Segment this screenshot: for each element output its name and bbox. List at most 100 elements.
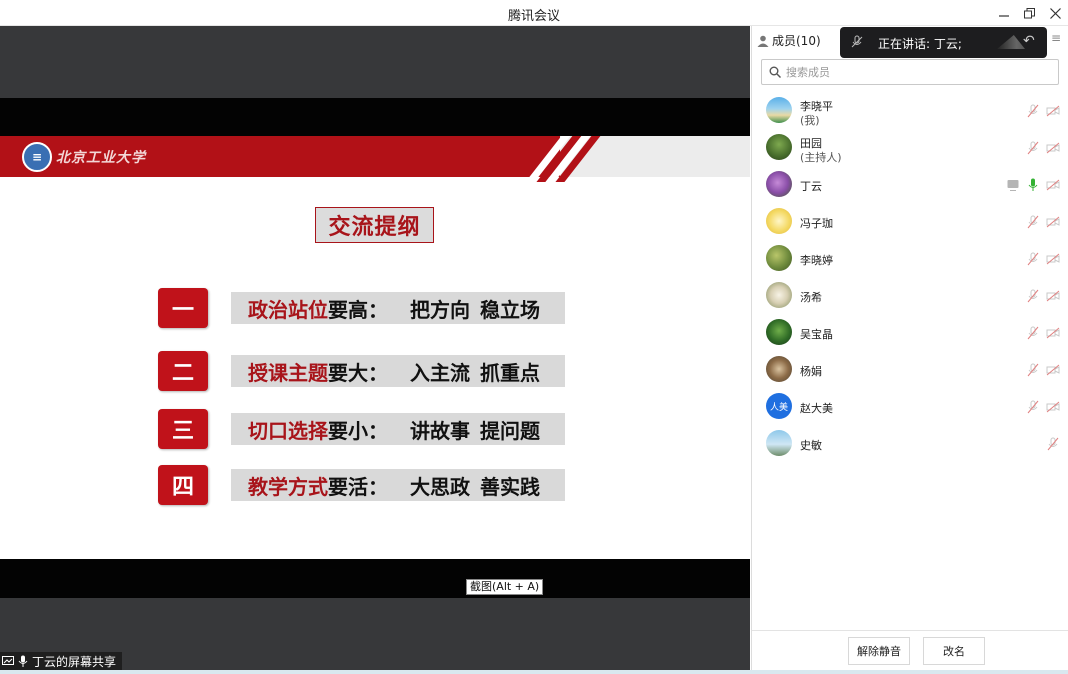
letterbox-top bbox=[0, 98, 750, 136]
member-row[interactable]: 李晓平 (我) bbox=[752, 92, 1068, 129]
row-text: 入主流 bbox=[410, 360, 470, 385]
member-row[interactable]: 吴宝晶 bbox=[752, 314, 1068, 351]
unmute-all-button[interactable]: 解除静音 bbox=[848, 637, 910, 665]
row-text: 讲故事 bbox=[410, 418, 470, 443]
outline-row: 二 授课主题 要大： 入主流 抓重点 bbox=[158, 351, 568, 391]
restore-icon bbox=[1023, 7, 1035, 18]
audio-wave-icon bbox=[997, 35, 1025, 49]
member-row[interactable]: 田园 (主持人) bbox=[752, 129, 1068, 166]
camera-off-icon[interactable] bbox=[1046, 141, 1060, 155]
member-search-input[interactable]: 搜索成员 bbox=[761, 59, 1059, 85]
share-label-text: 丁云的屏幕共享 bbox=[32, 654, 117, 669]
mic-muted-icon[interactable] bbox=[1026, 141, 1040, 155]
member-name: 丁云 bbox=[800, 180, 822, 193]
outline-row: 三 切口选择 要小： 讲故事 提问题 bbox=[158, 409, 568, 449]
members-panel-footer: 解除静音 改名 bbox=[752, 630, 1068, 674]
avatar bbox=[766, 430, 792, 456]
rename-button[interactable]: 改名 bbox=[923, 637, 985, 665]
avatar bbox=[766, 171, 792, 197]
member-row[interactable]: 汤希 bbox=[752, 277, 1068, 314]
row-text: 抓重点 bbox=[480, 360, 540, 385]
title-bar: 腾讯会议 bbox=[0, 0, 1068, 26]
mic-muted-icon[interactable] bbox=[1026, 326, 1040, 340]
mic-muted-icon[interactable] bbox=[1026, 252, 1040, 266]
slide-title: 交流提纲 bbox=[315, 207, 434, 243]
member-row[interactable]: 杨娟 bbox=[752, 351, 1068, 388]
avatar bbox=[766, 208, 792, 234]
members-tab[interactable]: 成员(10) bbox=[757, 32, 821, 49]
camera-off-icon[interactable] bbox=[1046, 104, 1060, 118]
row-text: 要高： bbox=[328, 297, 388, 322]
row-text: 稳立场 bbox=[480, 297, 540, 322]
mic-muted-icon[interactable] bbox=[1026, 104, 1040, 118]
screen-share-icon bbox=[2, 656, 14, 665]
row-number: 二 bbox=[158, 351, 208, 391]
avatar bbox=[766, 134, 792, 160]
search-icon bbox=[769, 66, 781, 78]
mic-muted-icon[interactable] bbox=[1026, 363, 1040, 377]
mic-muted-icon[interactable] bbox=[1026, 400, 1040, 414]
member-row[interactable]: 人美 赵大美 bbox=[752, 388, 1068, 425]
mic-muted-icon[interactable] bbox=[1026, 289, 1040, 303]
member-name: 汤希 bbox=[800, 291, 822, 304]
close-button[interactable] bbox=[1044, 3, 1066, 23]
minimize-icon bbox=[999, 15, 1009, 17]
camera-off-icon[interactable] bbox=[1046, 252, 1060, 266]
shared-screen-area[interactable]: ≡ 北京工业大学 交流提纲 一 政治站位 要高： 把方向 稳立场 二 授课主题 要大： 入… bbox=[0, 26, 750, 670]
row-number: 一 bbox=[158, 288, 208, 328]
member-row[interactable]: 李晓婷 bbox=[752, 240, 1068, 277]
presentation-slide: ≡ 北京工业大学 交流提纲 一 政治站位 要高： 把方向 稳立场 二 授课主题 要大： 入… bbox=[0, 136, 750, 559]
camera-off-icon[interactable] bbox=[1046, 289, 1060, 303]
row-text: 把方向 bbox=[410, 297, 470, 322]
camera-off-icon[interactable] bbox=[1046, 178, 1060, 192]
row-text: 要活： bbox=[328, 474, 388, 499]
row-highlight: 授课主题 bbox=[248, 360, 328, 385]
member-row[interactable]: 冯子珈 bbox=[752, 203, 1068, 240]
university-logo: ≡ bbox=[22, 142, 52, 172]
row-text: 大思政 bbox=[410, 474, 470, 499]
close-icon bbox=[1049, 7, 1061, 19]
member-role: (我) bbox=[800, 114, 820, 127]
camera-off-icon[interactable] bbox=[1046, 400, 1060, 414]
member-name: 吴宝晶 bbox=[800, 328, 833, 341]
minimize-button[interactable] bbox=[993, 3, 1015, 23]
row-number: 四 bbox=[158, 465, 208, 505]
mic-muted-icon[interactable] bbox=[1046, 437, 1060, 451]
avatar: 人美 bbox=[766, 393, 792, 419]
camera-off-icon[interactable] bbox=[1046, 326, 1060, 340]
screen-share-icon bbox=[1007, 180, 1019, 191]
university-name: 北京工业大学 bbox=[56, 150, 146, 166]
members-panel: 成员(10) ≡ 正在讲话: 丁云; ↶ 搜索成员 李晓平 (我) 田园 (主持… bbox=[751, 26, 1068, 674]
row-bar: 授课主题 要大： 入主流 抓重点 bbox=[231, 355, 565, 387]
mic-active-icon[interactable] bbox=[1026, 178, 1040, 192]
speaking-text: 正在讲话: 丁云; bbox=[878, 37, 962, 51]
window-title: 腾讯会议 bbox=[507, 9, 560, 24]
member-name: 冯子珈 bbox=[800, 217, 833, 230]
member-name: 李晓婷 bbox=[800, 254, 833, 267]
avatar bbox=[766, 319, 792, 345]
panel-menu-icon[interactable]: ≡ bbox=[1051, 31, 1061, 45]
restore-button[interactable] bbox=[1018, 3, 1040, 23]
mic-icon bbox=[18, 655, 28, 667]
row-text: 要大： bbox=[328, 360, 388, 385]
screenshot-tooltip: 截图(Alt + A) bbox=[466, 579, 544, 595]
row-text: 要小： bbox=[328, 418, 388, 443]
camera-off-icon[interactable] bbox=[1046, 215, 1060, 229]
member-row[interactable]: 史敏 bbox=[752, 425, 1068, 462]
speaking-indicator: 正在讲话: 丁云; ↶ bbox=[840, 27, 1047, 58]
avatar bbox=[766, 97, 792, 123]
row-text: 提问题 bbox=[480, 418, 540, 443]
row-bar: 政治站位 要高： 把方向 稳立场 bbox=[231, 292, 565, 324]
member-name: 杨娟 bbox=[800, 365, 822, 378]
collapse-icon[interactable]: ↶ bbox=[1023, 33, 1035, 49]
muted-mic-icon bbox=[851, 35, 863, 48]
camera-off-icon[interactable] bbox=[1046, 363, 1060, 377]
letterbox-bottom bbox=[0, 559, 750, 598]
row-highlight: 政治站位 bbox=[248, 297, 328, 322]
outline-row: 四 教学方式 要活： 大思政 善实践 bbox=[158, 465, 568, 505]
member-name: 赵大美 bbox=[800, 402, 833, 415]
member-row[interactable]: 丁云 bbox=[752, 166, 1068, 203]
mic-muted-icon[interactable] bbox=[1026, 215, 1040, 229]
row-bar: 教学方式 要活： 大思政 善实践 bbox=[231, 469, 565, 501]
tencent-meeting-window: 腾讯会议 ≡ 北京工业大学 交流提纲 一 政治站位 要高： 把方向稳立场 二 授… bbox=[0, 0, 1068, 674]
